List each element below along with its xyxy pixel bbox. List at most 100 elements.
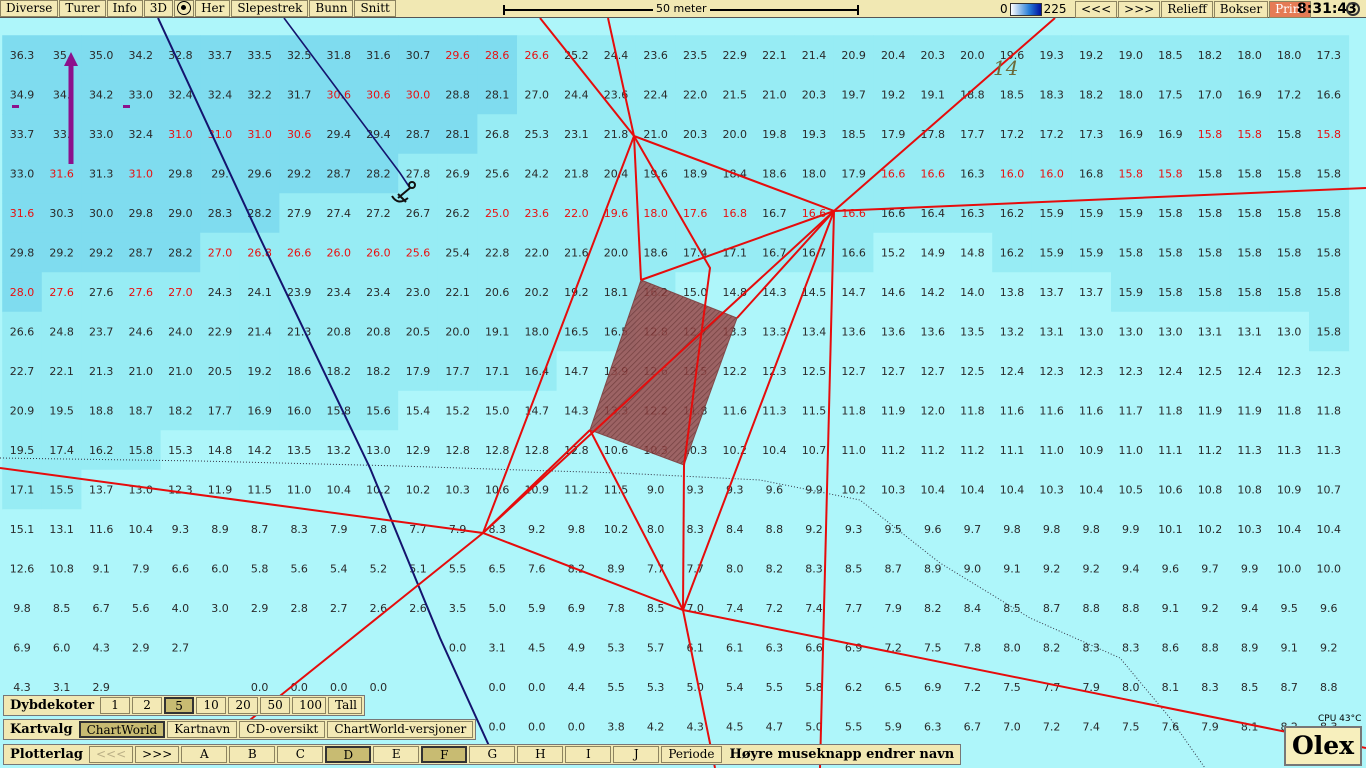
depth-sounding: 15.8	[1277, 128, 1302, 141]
relieff-button[interactable]: Relieff	[1161, 0, 1213, 18]
depth-sounding: 13.3	[762, 326, 787, 339]
layer-b-button[interactable]: B	[229, 746, 276, 763]
periode-button[interactable]: Periode	[661, 746, 722, 763]
chart-map[interactable]: 36.3 35. 35.0 34.2 32.8 33.7 33.5 32.5 31.8 31.6 3…	[0, 18, 1366, 768]
depth-sounding: 16.0	[1039, 168, 1064, 181]
depth-sounding: 13.1	[1237, 326, 1262, 339]
depth-color-scale[interactable]: 0 225	[1000, 2, 1067, 16]
depth-sounding: 33.5	[247, 49, 272, 62]
depth-sounding: 6.5	[884, 681, 902, 694]
zoom-out-button[interactable]: <<<	[1075, 0, 1118, 18]
layer-h-button[interactable]: H	[517, 746, 564, 763]
depth-sounding: 13.4	[802, 326, 827, 339]
contour-100-button[interactable]: 100	[292, 697, 327, 714]
sun-icon[interactable]	[1346, 2, 1360, 16]
depth-sounding: 7.7	[686, 563, 704, 576]
depth-sounding: 11.2	[921, 444, 946, 457]
depth-sounding: 19.3	[802, 128, 827, 141]
depth-sounding: 22.0	[683, 89, 708, 102]
depth-sounding: 5.0	[686, 681, 704, 694]
depth-sounding: 15.8	[1198, 247, 1223, 260]
contour-2-button[interactable]: 2	[132, 697, 163, 714]
depth-sounding: 9.5	[884, 523, 902, 536]
depth-sounding: 15.9	[1119, 207, 1144, 220]
depth-sounding: 15.8	[327, 405, 352, 418]
depth-sounding: 5.3	[607, 642, 625, 655]
layer-i-button[interactable]: I	[565, 746, 612, 763]
layer-c-button[interactable]: C	[277, 746, 324, 763]
depth-sounding: 22.9	[723, 49, 748, 62]
chartworld-versjoner-button[interactable]: ChartWorld-versjoner	[327, 721, 474, 738]
depth-sounding: 9.4	[1241, 602, 1259, 615]
depth-sounding: 9.0	[647, 484, 665, 497]
depth-sounding: 7.6	[528, 563, 546, 576]
chartworld-button[interactable]: ChartWorld	[78, 721, 166, 738]
depth-sounding: 33.0	[89, 128, 114, 141]
slepestrek-button[interactable]: Slepestrek	[231, 0, 309, 17]
depth-sounding: 15.8	[1119, 247, 1144, 260]
depth-sounding: 11.5	[247, 484, 272, 497]
zoom-in-button[interactable]: >>>	[1118, 0, 1161, 18]
contour-10-button[interactable]: 10	[196, 697, 227, 714]
depth-sounding: 2.9	[251, 602, 269, 615]
depth-sounding: 11.9	[208, 484, 233, 497]
contour-tall-button[interactable]: Tall	[328, 697, 363, 714]
depth-sounding: 27.6	[49, 286, 74, 299]
depth-sounding: 20.4	[881, 49, 906, 62]
compass-button[interactable]	[174, 0, 195, 17]
depth-sounding: 34.9	[10, 89, 35, 102]
depth-sounding: 29.4	[366, 128, 391, 141]
kartnavn-button[interactable]: Kartnavn	[167, 721, 238, 738]
depth-sounding: 5.8	[805, 681, 823, 694]
layer-d-button[interactable]: D	[325, 746, 372, 763]
contour-50-button[interactable]: 50	[260, 697, 291, 714]
chart-canvas[interactable]: 36.3 35. 35.0 34.2 32.8 33.7 33.5 32.5 31.8 31.6 3…	[0, 18, 1366, 768]
depth-sounding: 19.2	[1079, 49, 1104, 62]
depth-sounding: 9.7	[1201, 563, 1219, 576]
info-button[interactable]: Info	[106, 0, 143, 17]
depth-sounding: 14.9	[921, 247, 946, 260]
turer-button[interactable]: Turer	[59, 0, 106, 17]
depth-sounding: 22.1	[49, 365, 74, 378]
layer-e-button[interactable]: E	[373, 746, 420, 763]
layer-j-button[interactable]: J	[613, 746, 660, 763]
depth-sounding: 9.2	[1082, 563, 1100, 576]
depth-sounding: 12.8	[485, 444, 510, 457]
snitt-button[interactable]: Snitt	[354, 0, 396, 17]
depth-sounding: 6.3	[924, 721, 942, 734]
depth-sounding: 24.8	[49, 326, 74, 339]
3d-button[interactable]: 3D	[143, 0, 174, 17]
layer-next-button[interactable]: >>>	[135, 746, 180, 763]
depth-sounding: 10.4	[762, 444, 787, 457]
layer-g-button[interactable]: G	[469, 746, 516, 763]
layer-a-button[interactable]: A	[181, 746, 228, 763]
diverse-button[interactable]: Diverse	[0, 0, 59, 17]
depth-sounding: 11.1	[1000, 444, 1025, 457]
depth-sounding: 16.2	[89, 444, 114, 457]
depth-sounding: 15.2	[881, 247, 906, 260]
depth-sounding: 2.6	[409, 602, 427, 615]
depth-sounding: 13.0	[1158, 326, 1183, 339]
depth-sounding: 6.2	[845, 681, 863, 694]
contour-20-button[interactable]: 20	[228, 697, 259, 714]
depth-sounding: 8.8	[766, 523, 784, 536]
bokser-button[interactable]: Bokser	[1213, 0, 1269, 18]
depth-sounding: 7.9	[330, 523, 348, 536]
depth-sounding: 32.8	[168, 49, 193, 62]
depth-sounding: 9.1	[1003, 563, 1021, 576]
bunn-button[interactable]: Bunn	[309, 0, 354, 17]
depth-sounding: 11.6	[1039, 405, 1064, 418]
depth-sounding: 5.6	[132, 602, 150, 615]
depth-sounding: 11.3	[1277, 444, 1302, 457]
layer-prev-button[interactable]: <<<	[88, 746, 134, 763]
her-button[interactable]: Her	[195, 0, 231, 17]
contour-5-button[interactable]: 5	[164, 697, 195, 714]
contour-1-button[interactable]: 1	[100, 697, 131, 714]
depth-sounding: 11.0	[1039, 444, 1064, 457]
layer-f-button[interactable]: F	[421, 746, 468, 763]
depth-sounding: 9.0	[964, 563, 982, 576]
olex-logo-button[interactable]: Olex	[1284, 726, 1362, 766]
depth-sounding: 16.2	[1000, 207, 1025, 220]
cd-oversikt-button[interactable]: CD-oversikt	[239, 721, 326, 738]
depth-sounding: 9.4	[1122, 563, 1140, 576]
